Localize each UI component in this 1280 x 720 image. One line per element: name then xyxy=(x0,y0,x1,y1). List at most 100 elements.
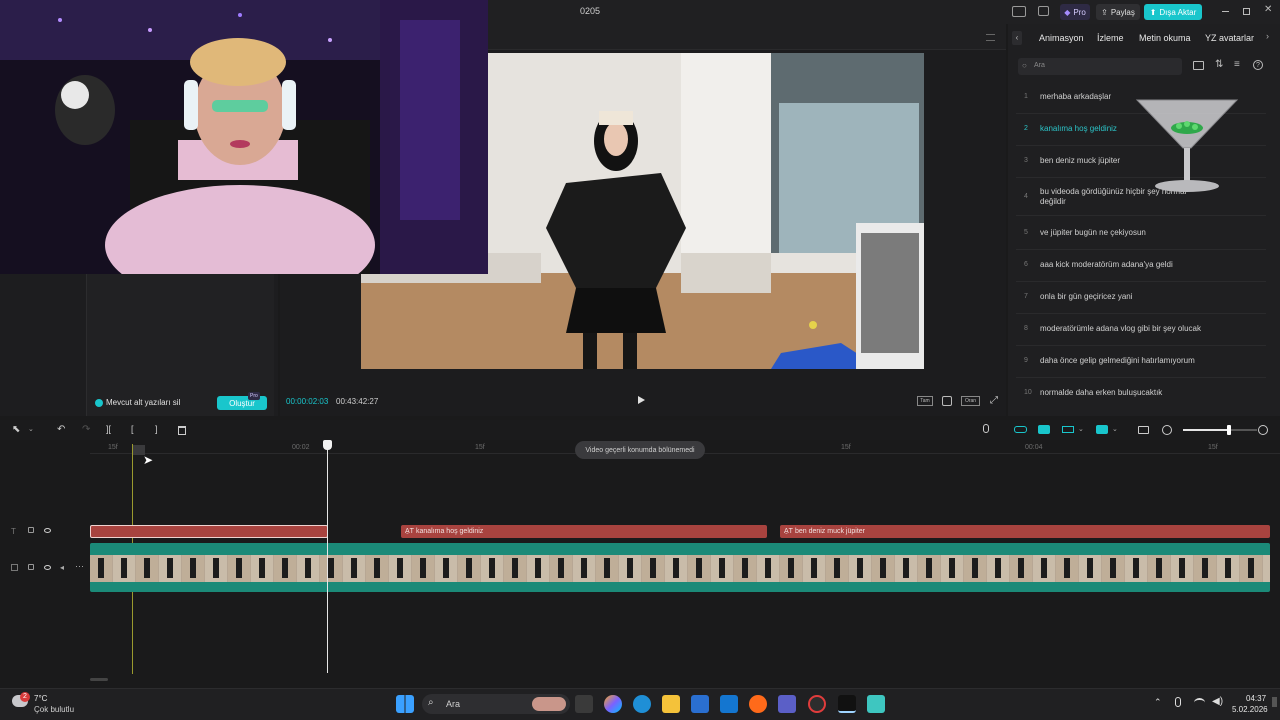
store-icon[interactable] xyxy=(691,695,709,713)
playhead-handle[interactable] xyxy=(323,440,332,450)
eye-icon[interactable] xyxy=(44,565,51,570)
link-icon[interactable] xyxy=(1014,426,1027,433)
menu-icon[interactable] xyxy=(986,34,995,41)
image-icon[interactable] xyxy=(1193,61,1204,70)
caption-text[interactable]: onla bir gün geçiricez yani xyxy=(1040,292,1190,302)
export-button[interactable]: ⬆ Dışa Aktar xyxy=(1144,4,1202,20)
tab-metin-okuma[interactable]: Metin okuma xyxy=(1139,33,1191,43)
playhead[interactable] xyxy=(327,441,328,673)
tab-izleme[interactable]: İzleme xyxy=(1097,33,1124,43)
caption-row[interactable]: 6 aaa kick moderatörüm adana'ya geldi xyxy=(1016,252,1266,282)
audio-icon[interactable]: ◂ xyxy=(60,563,64,572)
preview-axis-icon[interactable] xyxy=(1096,425,1108,434)
video-thumbnail-figure xyxy=(650,558,656,578)
magnet-icon[interactable] xyxy=(1038,425,1050,434)
pro-button[interactable]: ◆ Pro xyxy=(1060,4,1090,20)
more-icon[interactable]: ⋯ xyxy=(75,561,84,572)
maximize-icon[interactable] xyxy=(1243,8,1250,15)
share-button[interactable]: ⇪ Paylaş xyxy=(1096,4,1140,20)
undo-icon[interactable]: ↶ xyxy=(57,424,65,435)
outlook-icon[interactable] xyxy=(720,695,738,713)
search-icon: ○ xyxy=(1022,61,1027,70)
caption-row[interactable]: 5 ve jüpiter bugün ne çekiyosun xyxy=(1016,220,1266,250)
windows-start-icon[interactable] xyxy=(396,695,414,713)
trim-right-icon[interactable]: ] xyxy=(155,424,158,434)
volume-icon[interactable]: ◀) xyxy=(1212,696,1223,707)
caption-clip-selected[interactable] xyxy=(90,525,328,538)
full-button[interactable]: Tam xyxy=(917,396,933,406)
help-icon[interactable]: ? xyxy=(1253,60,1263,70)
caption-clip[interactable]: A̱T kanalıma hoş geldiniz xyxy=(401,525,767,538)
caption-track-icon[interactable] xyxy=(1138,426,1149,434)
video-clip[interactable] xyxy=(90,543,1270,592)
keyboard-icon[interactable] xyxy=(1038,6,1049,16)
back-icon[interactable]: ‹ xyxy=(1012,31,1022,45)
zoom-slider-handle[interactable] xyxy=(1227,425,1231,435)
notifications-icon[interactable] xyxy=(1272,697,1277,707)
ratio-button[interactable]: Oran xyxy=(961,396,980,406)
trim-left-icon[interactable]: [ xyxy=(131,424,134,434)
wifi-icon[interactable] xyxy=(1194,698,1205,707)
caption-text[interactable]: aaa kick moderatörüm adana'ya geldi xyxy=(1040,260,1220,270)
file-explorer-icon[interactable] xyxy=(662,695,680,713)
video-thumbnail-figure xyxy=(1225,558,1231,578)
video-thumbnail-figure xyxy=(949,558,955,578)
lock-icon[interactable] xyxy=(28,527,34,533)
caption-clip[interactable]: A̱T ben deniz muck jüpiter xyxy=(780,525,1270,538)
caption-text[interactable]: ve jüpiter bugün ne çekiyosun xyxy=(1040,228,1190,238)
teams-icon[interactable] xyxy=(778,695,796,713)
notepad-icon[interactable] xyxy=(867,695,885,713)
copilot-icon[interactable] xyxy=(604,695,622,713)
clock-date: 5.02.2026 xyxy=(1232,705,1268,714)
caption-text[interactable]: normalde daha erken buluşucaktık xyxy=(1040,388,1240,398)
video-thumbnail-figure xyxy=(535,558,541,578)
caption-search-input[interactable]: ○ Ara xyxy=(1018,58,1182,75)
video-thumbnail-figure xyxy=(1018,558,1024,578)
select-tool-icon[interactable]: ⬉ xyxy=(12,424,20,435)
layout-icon[interactable] xyxy=(1012,6,1026,17)
zoom-in-icon[interactable] xyxy=(1258,425,1268,435)
chevron-down-icon[interactable]: ⌄ xyxy=(1112,425,1118,433)
video-thumbnail-figure xyxy=(742,558,748,578)
edge-icon[interactable] xyxy=(633,695,651,713)
task-view-icon[interactable] xyxy=(575,695,593,713)
snapshot-icon[interactable] xyxy=(942,396,952,406)
video-thumbnail-figure xyxy=(627,558,633,578)
filter-icon[interactable]: ≡ xyxy=(1234,59,1240,70)
chevron-down-icon[interactable]: ⌄ xyxy=(1078,425,1084,433)
caption-text[interactable]: moderatörümle adana vlog gibi bir şey ol… xyxy=(1040,324,1240,334)
mic-tray-icon[interactable] xyxy=(1175,697,1181,707)
minimize-icon[interactable] xyxy=(1222,11,1229,12)
caption-text[interactable]: daha önce gelip gelmediğini hatırlamıyor… xyxy=(1040,356,1240,366)
sort-icon[interactable]: ⇅ xyxy=(1215,59,1223,70)
close-icon[interactable]: ✕ xyxy=(1264,4,1272,15)
split-icon[interactable]: ][ xyxy=(106,424,111,434)
delete-subtitles-checkbox[interactable] xyxy=(95,399,103,407)
caption-row[interactable]: 7 onla bir gün geçiricez yani xyxy=(1016,284,1266,314)
zoom-out-icon[interactable] xyxy=(1162,425,1172,435)
lock-icon[interactable] xyxy=(28,564,34,570)
delete-icon[interactable] xyxy=(178,426,186,435)
tray-chevron-icon[interactable]: ⌃ xyxy=(1154,697,1162,708)
redo-icon[interactable]: ↷ xyxy=(82,424,90,435)
play-icon[interactable] xyxy=(638,396,645,404)
zoom-slider[interactable] xyxy=(1183,429,1257,431)
microphone-icon[interactable] xyxy=(983,424,989,433)
app-icon[interactable] xyxy=(808,695,826,713)
chevron-down-icon[interactable]: ⌄ xyxy=(28,425,34,433)
taskbar-search[interactable]: ⌕ Ara xyxy=(422,694,570,714)
zoom-slider-fill xyxy=(1183,429,1229,431)
tab-animasyon[interactable]: Animasyon xyxy=(1039,33,1084,43)
caption-number: 7 xyxy=(1024,293,1028,300)
caption-row[interactable]: 8 moderatörümle adana vlog gibi bir şey o… xyxy=(1016,316,1266,346)
firefox-icon[interactable] xyxy=(749,695,767,713)
tab-yz-avatarlar[interactable]: YZ avatarlar xyxy=(1205,33,1254,43)
eye-icon[interactable] xyxy=(44,528,51,533)
tab-arrow-icon[interactable]: › xyxy=(1266,31,1269,41)
fullscreen-icon[interactable]: ⤢ xyxy=(990,396,998,406)
caption-row[interactable]: 10 normalde daha erken buluşucaktık xyxy=(1016,380,1266,410)
snap-icon[interactable] xyxy=(1062,426,1074,433)
timeline-scrollbar[interactable] xyxy=(90,678,108,681)
capcut-icon[interactable] xyxy=(838,695,856,713)
caption-row[interactable]: 9 daha önce gelip gelmediğini hatırlamıyo… xyxy=(1016,348,1266,378)
